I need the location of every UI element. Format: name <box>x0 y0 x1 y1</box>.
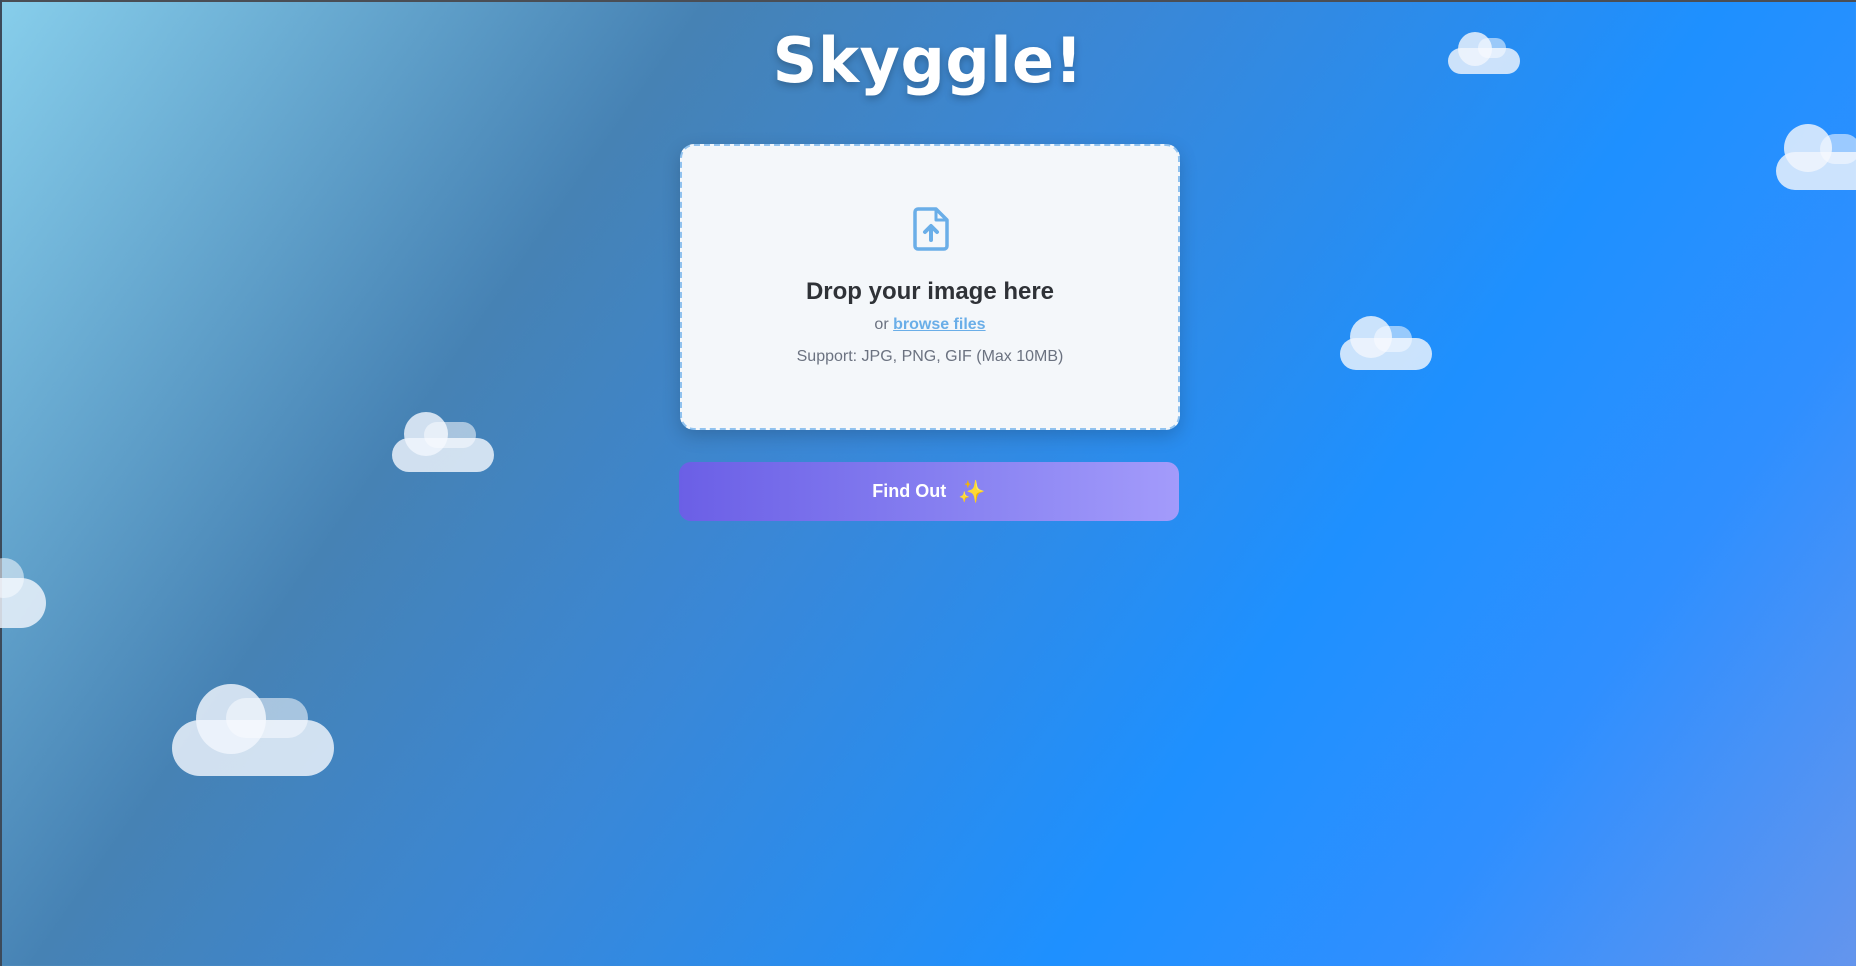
image-dropzone[interactable]: Drop your image here or browse files Sup… <box>680 144 1180 430</box>
sparkle-icon: ✨ <box>958 478 986 504</box>
cloud-decoration <box>0 556 46 630</box>
dropzone-heading: Drop your image here <box>805 278 1055 305</box>
browse-files-link[interactable]: browse files <box>893 316 985 333</box>
dropzone-browse-line: or browse files <box>682 316 1178 334</box>
supported-formats-text: Support: JPG, PNG, GIF (Max 10MB) <box>796 348 1064 365</box>
cloud-decoration <box>1340 314 1432 372</box>
cloud-decoration <box>1776 120 1856 192</box>
or-text: or <box>874 316 894 333</box>
window-left-border <box>0 0 2 966</box>
cloud-decoration <box>392 410 494 472</box>
file-upload-icon <box>913 207 949 251</box>
cloud-decoration <box>172 684 334 776</box>
find-out-button[interactable]: Find Out ✨ <box>679 462 1179 521</box>
find-out-label: Find Out <box>872 481 947 501</box>
window-top-border <box>0 0 1856 2</box>
app-title: Skyggle! <box>772 24 1084 97</box>
